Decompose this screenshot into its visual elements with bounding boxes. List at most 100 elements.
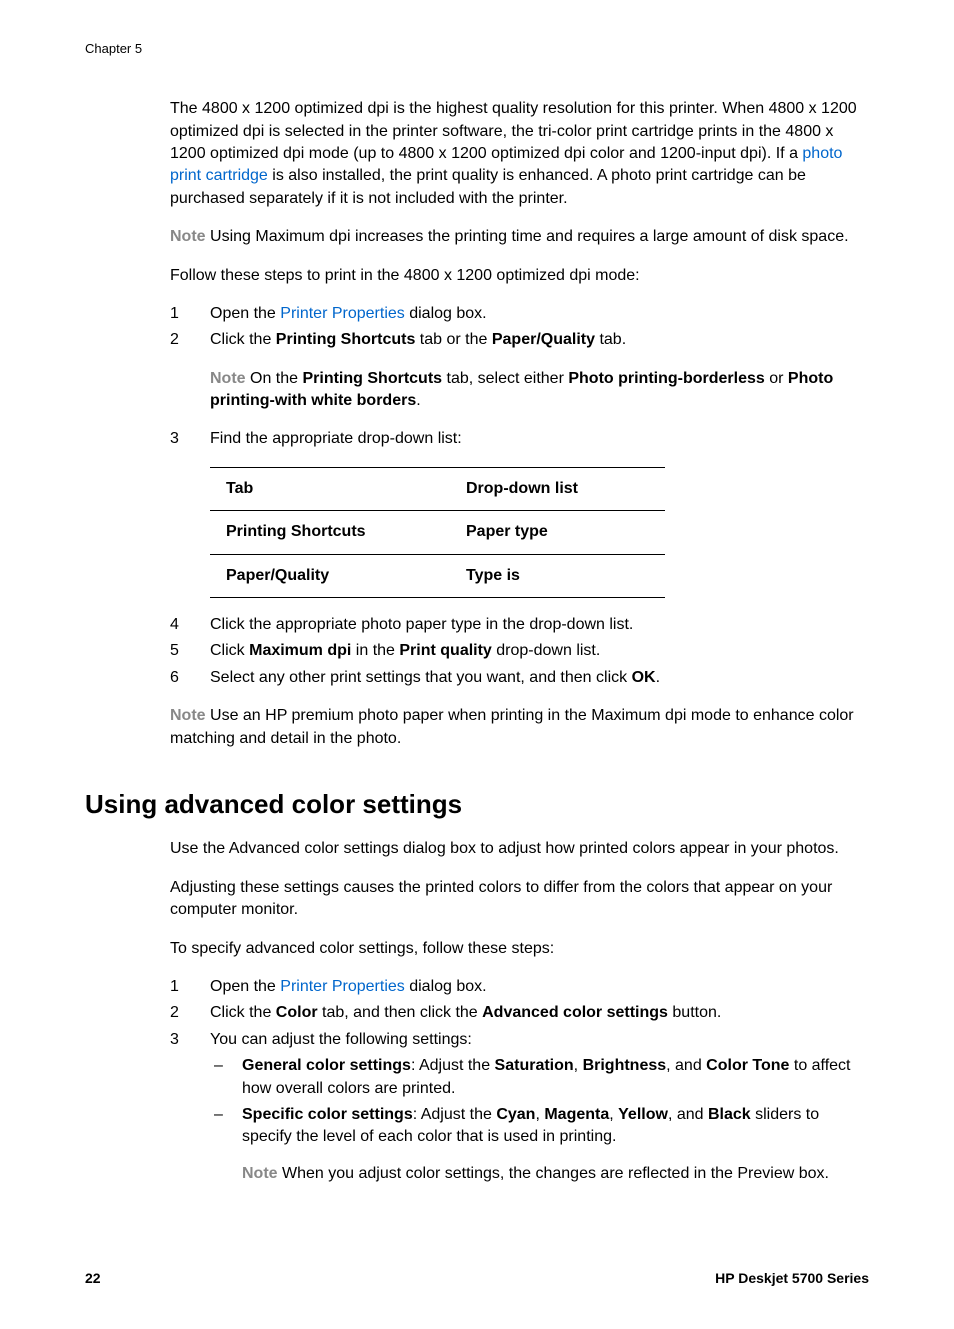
- printer-properties-link[interactable]: Printer Properties: [280, 305, 405, 322]
- note-text: Use an HP premium photo paper when print…: [170, 707, 854, 746]
- bold-text: Brightness: [583, 1057, 667, 1074]
- step-number: 1: [170, 303, 210, 325]
- bullet-item: – Specific color settings: Adjust the Cy…: [210, 1104, 869, 1185]
- step-content: Find the appropriate drop-down list:: [210, 428, 869, 450]
- text: The 4800 x 1200 optimized dpi is the hig…: [170, 100, 857, 162]
- footer-title: HP Deskjet 5700 Series: [715, 1269, 869, 1289]
- bullet-list: – General color settings: Adjust the Sat…: [210, 1055, 869, 1185]
- text: ,: [609, 1106, 618, 1123]
- bullet-content: General color settings: Adjust the Satur…: [242, 1055, 869, 1100]
- bold-text: Printing Shortcuts: [302, 370, 442, 387]
- text: Click the: [210, 1004, 276, 1021]
- bold-text: Color: [276, 1004, 318, 1021]
- text: .: [416, 392, 420, 409]
- text: , and: [666, 1057, 706, 1074]
- page-footer: 22 HP Deskjet 5700 Series: [85, 1269, 869, 1289]
- bold-text: Black: [708, 1106, 751, 1123]
- text: Click the: [210, 331, 276, 348]
- list-item: 1 Open the Printer Properties dialog box…: [170, 976, 869, 998]
- text: tab, and then click the: [318, 1004, 483, 1021]
- step-content: Open the Printer Properties dialog box.: [210, 976, 869, 998]
- list-item: 3 Find the appropriate drop-down list:: [170, 428, 869, 450]
- page-number: 22: [85, 1269, 101, 1289]
- list-item: 6 Select any other print settings that y…: [170, 667, 869, 689]
- bold-text: Paper/Quality: [492, 331, 595, 348]
- table-cell: Type is: [450, 554, 665, 597]
- steps-list-1: 1 Open the Printer Properties dialog box…: [170, 303, 869, 352]
- text: Tab: [226, 480, 253, 497]
- text: ,: [535, 1106, 544, 1123]
- text: drop-down list.: [492, 642, 601, 659]
- bold-text: Yellow: [618, 1106, 668, 1123]
- text: Printing Shortcuts: [226, 523, 366, 540]
- steps-list-2: 3 Find the appropriate drop-down list:: [170, 428, 869, 450]
- bold-text: Magenta: [544, 1106, 609, 1123]
- bold-text: General color settings: [242, 1057, 411, 1074]
- tab-dropdown-table: Tab Drop-down list Printing Shortcuts Pa…: [210, 467, 665, 598]
- paragraph: To specify advanced color settings, foll…: [170, 938, 869, 960]
- note-text: When you adjust color settings, the chan…: [278, 1165, 829, 1182]
- text: Paper/Quality: [226, 567, 329, 584]
- list-item: 5 Click Maximum dpi in the Print quality…: [170, 640, 869, 662]
- text: dialog box.: [405, 305, 487, 322]
- text: dialog box.: [405, 978, 487, 995]
- step-content: Click the Color tab, and then click the …: [210, 1002, 869, 1024]
- chapter-header: Chapter 5: [85, 40, 869, 58]
- step-content: You can adjust the following settings: –…: [210, 1029, 869, 1189]
- paragraph: Use the Advanced color settings dialog b…: [170, 838, 869, 860]
- bold-text: Printing Shortcuts: [276, 331, 416, 348]
- text: : Adjust the: [411, 1057, 495, 1074]
- paragraph: Adjusting these settings causes the prin…: [170, 877, 869, 922]
- bullet-item: – General color settings: Adjust the Sat…: [210, 1055, 869, 1100]
- table-cell: Printing Shortcuts: [210, 511, 450, 554]
- note-label: Note: [210, 370, 246, 387]
- text: tab, select either: [442, 370, 568, 387]
- text: Open the: [210, 305, 280, 322]
- text: .: [656, 669, 660, 686]
- note-premium-paper: Note Use an HP premium photo paper when …: [170, 705, 869, 750]
- list-item: 1 Open the Printer Properties dialog box…: [170, 303, 869, 325]
- text: Select any other print settings that you…: [210, 669, 632, 686]
- note-printing-shortcuts: Note On the Printing Shortcuts tab, sele…: [210, 368, 869, 413]
- note-label: Note: [170, 707, 206, 724]
- printer-properties-link[interactable]: Printer Properties: [280, 978, 405, 995]
- note-label: Note: [242, 1165, 278, 1182]
- step-content: Select any other print settings that you…: [210, 667, 869, 689]
- section-maximum-dpi: The 4800 x 1200 optimized dpi is the hig…: [170, 98, 869, 750]
- step-content: Open the Printer Properties dialog box.: [210, 303, 869, 325]
- step-number: 4: [170, 614, 210, 636]
- text: : Adjust the: [413, 1106, 497, 1123]
- step-content: Click the Printing Shortcuts tab or the …: [210, 329, 869, 351]
- text: Open the: [210, 978, 280, 995]
- text: Click: [210, 642, 249, 659]
- step-number: 2: [170, 329, 210, 351]
- table-row: Printing Shortcuts Paper type: [210, 511, 665, 554]
- text: or: [765, 370, 788, 387]
- step-number: 3: [170, 428, 210, 450]
- text: Type is: [466, 567, 520, 584]
- intro-paragraph: The 4800 x 1200 optimized dpi is the hig…: [170, 98, 869, 210]
- steps-list-color: 1 Open the Printer Properties dialog box…: [170, 976, 869, 1189]
- list-item: 4 Click the appropriate photo paper type…: [170, 614, 869, 636]
- text: button.: [668, 1004, 721, 1021]
- step-number: 5: [170, 640, 210, 662]
- table-row: Tab Drop-down list: [210, 467, 665, 510]
- bullet-dash: –: [210, 1104, 242, 1185]
- note-text: Using Maximum dpi increases the printing…: [206, 228, 849, 245]
- text: On the: [246, 370, 303, 387]
- text: tab or the: [415, 331, 492, 348]
- note-label: Note: [170, 228, 206, 245]
- text: ,: [574, 1057, 583, 1074]
- table-cell: Paper type: [450, 511, 665, 554]
- text: You can adjust the following settings:: [210, 1031, 472, 1048]
- table-header-cell: Drop-down list: [450, 467, 665, 510]
- section-advanced-color: Use the Advanced color settings dialog b…: [170, 838, 869, 1189]
- table-header-cell: Tab: [210, 467, 450, 510]
- bold-text: Photo printing-borderless: [568, 370, 764, 387]
- list-item: 2 Click the Color tab, and then click th…: [170, 1002, 869, 1024]
- step-number: 6: [170, 667, 210, 689]
- bullet-content: Specific color settings: Adjust the Cyan…: [242, 1104, 869, 1185]
- list-item: 3 You can adjust the following settings:…: [170, 1029, 869, 1189]
- steps-list-3: 4 Click the appropriate photo paper type…: [170, 614, 869, 689]
- heading-advanced-color: Using advanced color settings: [85, 786, 869, 822]
